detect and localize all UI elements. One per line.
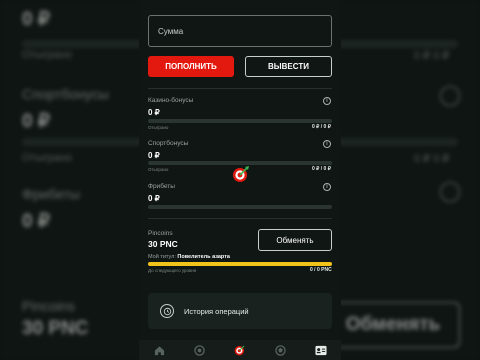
bg-wagered-label: Отыграно xyxy=(22,49,72,61)
bg-freebets-amount: 0 ₽ xyxy=(22,211,50,232)
my-title-prefix: Мой титул: xyxy=(148,254,176,260)
profile-card-icon[interactable] xyxy=(315,344,327,356)
casino-wagered-label: Отыграно xyxy=(148,125,169,130)
casino-bonus-info-icon[interactable]: i xyxy=(323,97,331,105)
sport-bonus-progress xyxy=(148,161,332,165)
bg-amount-top: 0 ₽ xyxy=(22,9,50,30)
casino-bonus-progress xyxy=(148,119,332,123)
divider-2 xyxy=(148,218,332,219)
sport-bonus-amount: 0 ₽ xyxy=(148,151,160,160)
bg-wagered-label-2: Отыграно xyxy=(22,152,72,164)
freebets-progress xyxy=(148,205,332,209)
bg-info-icon xyxy=(440,86,460,106)
sport-wagered-value: 0 ₽ / 0 ₽ xyxy=(312,166,331,172)
sport-ball-icon[interactable] xyxy=(274,344,286,356)
bg-wagered-right: 0 ₽ 0 ₽ xyxy=(414,50,450,62)
history-label: История операций xyxy=(184,306,249,316)
target-nav-icon[interactable] xyxy=(234,344,246,356)
history-button[interactable]: История операций xyxy=(148,293,332,329)
wallet-panel: Сумма ПОПОЛНИТЬ ВЫВЕСТИ Казино-бонусы i … xyxy=(139,0,341,360)
screen: 0 ₽ Отыграно 0 ₽ 0 ₽ Спортбонусы 0 ₽ Оты… xyxy=(0,0,480,360)
bg-pincoins-label: Pincoins xyxy=(22,298,75,314)
level-progress xyxy=(148,262,332,266)
my-title-value: Повелитель азарта xyxy=(177,254,230,260)
bottom-nav xyxy=(139,340,341,360)
target-icon[interactable] xyxy=(232,165,250,183)
next-level-value: 0 / 0 PNC xyxy=(310,267,332,273)
bg-sportbonus-amount: 0 ₽ xyxy=(22,111,50,132)
casino-bonus-amount: 0 ₽ xyxy=(148,108,160,117)
bg-exchange-button: Обменять xyxy=(326,302,460,348)
freebets-amount: 0 ₽ xyxy=(148,194,160,203)
casino-chip-icon[interactable] xyxy=(194,344,206,356)
bg-info-icon-2 xyxy=(440,182,460,202)
deposit-button[interactable]: ПОПОЛНИТЬ xyxy=(148,56,234,77)
bg-sportbonus-label: Спортбонусы xyxy=(22,86,109,102)
history-icon xyxy=(160,304,174,318)
sport-wagered-label: Отыграно xyxy=(148,167,169,172)
sport-bonus-label: Спортбонусы xyxy=(148,140,189,147)
pincoins-label: Pincoins xyxy=(148,230,173,237)
amount-input[interactable]: Сумма xyxy=(148,15,332,47)
sport-bonus-info-icon[interactable]: i xyxy=(323,140,331,148)
exchange-button[interactable]: Обменять xyxy=(258,229,332,251)
pincoins-amount: 30 PNC xyxy=(148,239,178,249)
home-icon[interactable] xyxy=(153,344,165,356)
casino-wagered-value: 0 ₽ / 0 ₽ xyxy=(312,124,331,130)
divider xyxy=(148,88,332,89)
bg-wagered-right-2: 0 ₽ 0 ₽ xyxy=(414,153,450,165)
casino-bonus-label: Казино-бонусы xyxy=(148,97,194,104)
bg-freebets-label: Фрибеты xyxy=(22,186,80,202)
freebets-label: Фрибеты xyxy=(148,183,175,190)
bg-pincoins-amount: 30 PNC xyxy=(22,318,89,339)
withdraw-button[interactable]: ВЫВЕСТИ xyxy=(245,56,332,77)
freebets-info-icon[interactable]: i xyxy=(323,183,331,191)
next-level-label: До следующего уровня xyxy=(148,268,197,273)
my-title: Мой титул: Повелитель азарта xyxy=(148,254,230,260)
